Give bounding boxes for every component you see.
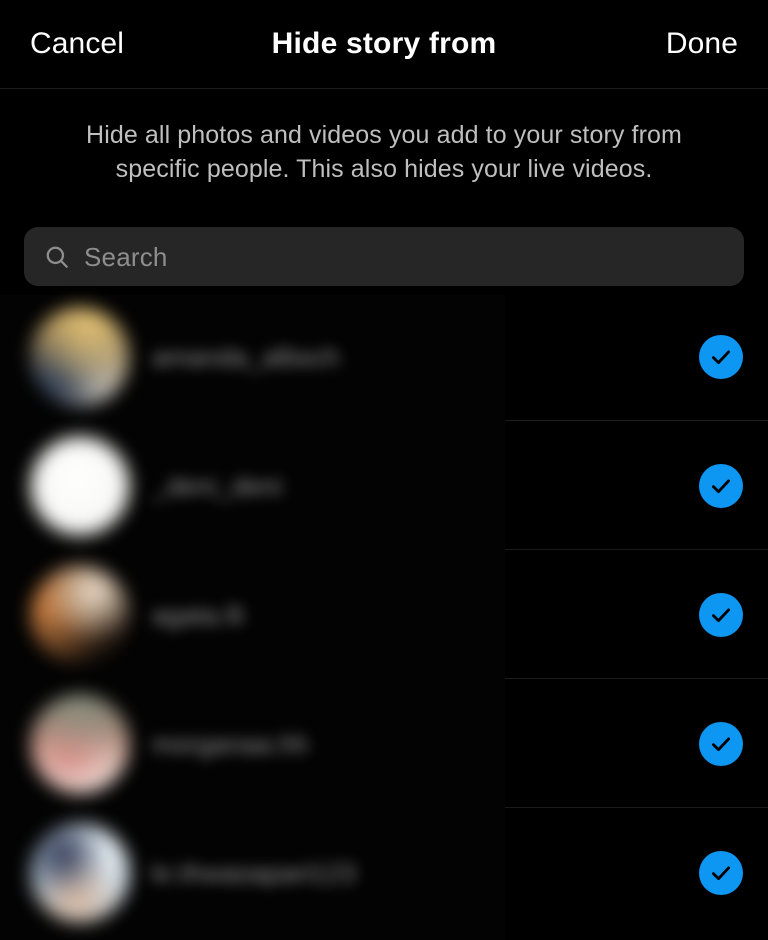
search-section: Search [0, 186, 768, 286]
list-item-username: kr.thwaoapart123 [152, 857, 357, 888]
list-item[interactable]: kr.thwaoapart123 [0, 808, 768, 937]
check-circle-icon[interactable] [699, 850, 743, 895]
user-list: amanda_albsch _deni_deni agata.lli morga… [0, 292, 768, 937]
check-circle-icon[interactable] [699, 334, 743, 379]
list-item[interactable]: agata.lli [0, 550, 768, 679]
list-item[interactable]: morganaa.hh [0, 679, 768, 808]
search-placeholder: Search [84, 241, 168, 272]
search-icon [44, 244, 70, 270]
avatar [30, 823, 130, 922]
list-item-username: _deni_deni [152, 470, 283, 501]
list-item[interactable]: amanda_albsch [0, 292, 768, 421]
check-circle-icon[interactable] [699, 721, 743, 766]
check-circle-icon[interactable] [699, 592, 743, 637]
avatar-image-2 [30, 436, 130, 535]
list-item[interactable]: _deni_deni [0, 421, 768, 550]
avatar [30, 694, 130, 793]
check-circle-icon[interactable] [699, 463, 743, 508]
hide-story-from-screen: Cancel Hide story from Done Hide all pho… [0, 0, 768, 940]
avatar-image-4 [30, 694, 130, 793]
list-item-username: morganaa.hh [152, 728, 309, 759]
done-button[interactable]: Done [664, 23, 740, 65]
list-item-username: amanda_albsch [152, 341, 340, 372]
navigation-bar: Cancel Hide story from Done [0, 0, 768, 89]
avatar [30, 436, 130, 535]
avatar [30, 307, 130, 406]
avatar-image-1 [30, 307, 130, 406]
avatar-image-5 [30, 823, 130, 922]
avatar-image-3 [30, 565, 130, 664]
search-input[interactable]: Search [24, 227, 744, 286]
description-text: Hide all photos and videos you add to yo… [86, 121, 682, 183]
avatar [30, 565, 130, 664]
list-item-username: agata.lli [152, 599, 245, 630]
cancel-button[interactable]: Cancel [28, 23, 126, 65]
